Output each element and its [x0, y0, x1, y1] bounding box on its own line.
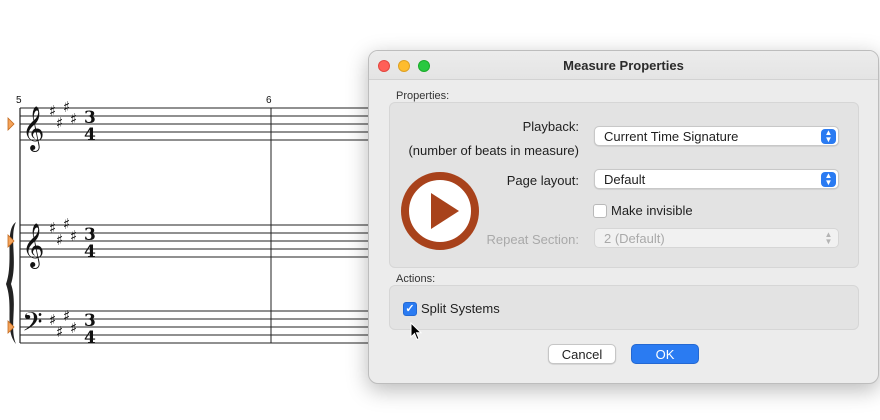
- page-layout-popup[interactable]: Default ▲ ▼: [594, 169, 839, 189]
- split-systems-label[interactable]: Split Systems: [421, 301, 500, 316]
- cancel-button[interactable]: Cancel: [548, 344, 616, 364]
- svg-text:♯: ♯: [70, 319, 77, 337]
- key-signature-staff-1: ♯ ♯ ♯ ♯: [49, 98, 77, 132]
- properties-group-label: Properties:: [396, 90, 450, 102]
- svg-text:♯: ♯: [70, 110, 77, 128]
- make-invisible-checkbox[interactable]: [593, 204, 607, 218]
- svg-text:♯: ♯: [56, 323, 63, 341]
- key-signature-staff-3: ♯ ♯ ♯ ♯: [49, 307, 77, 341]
- time-signature-bottom: 4: [84, 125, 96, 145]
- treble-clef-icon: 𝄞: [22, 106, 44, 152]
- repeat-section-label: Repeat Section:: [486, 232, 579, 247]
- playback-sublabel: (number of beats in measure): [408, 143, 579, 158]
- dialog-titlebar[interactable]: Measure Properties: [369, 51, 878, 80]
- svg-text:♯: ♯: [56, 114, 63, 132]
- repeat-section-value: 2 (Default): [604, 231, 665, 246]
- measure-number-6: 6: [266, 95, 272, 106]
- bass-clef-icon: 𝄢: [22, 306, 43, 344]
- svg-text:♯: ♯: [56, 231, 63, 249]
- actions-group-label: Actions:: [396, 273, 436, 285]
- page-layout-value: Default: [604, 172, 646, 187]
- play-icon[interactable]: [400, 171, 480, 251]
- playback-marker-staff-1[interactable]: [7, 117, 15, 131]
- key-signature-staff-2: ♯ ♯ ♯ ♯: [49, 215, 77, 249]
- updown-chevron-icon: ▲ ▼: [824, 230, 833, 246]
- updown-chevron-icon: ▲ ▼: [821, 129, 836, 144]
- playback-popup[interactable]: Current Time Signature ▲ ▼: [594, 126, 839, 146]
- split-systems-checkbox[interactable]: ✓: [403, 302, 417, 316]
- measure-number-5: 5: [16, 95, 22, 106]
- playback-label: Playback:: [522, 119, 579, 134]
- time-signature-bottom: 4: [84, 328, 96, 348]
- time-signature-bottom: 4: [84, 242, 96, 262]
- ok-button[interactable]: OK: [631, 344, 699, 364]
- mouse-pointer-icon: [410, 322, 423, 341]
- make-invisible-label[interactable]: Make invisible: [611, 203, 693, 218]
- dialog-title: Measure Properties: [563, 58, 684, 73]
- updown-chevron-icon: ▲ ▼: [821, 172, 836, 187]
- treble-clef-icon: 𝄞: [22, 223, 44, 269]
- page-layout-label: Page layout:: [506, 173, 579, 188]
- playback-value: Current Time Signature: [604, 129, 739, 144]
- svg-text:♯: ♯: [70, 227, 77, 245]
- repeat-section-popup[interactable]: 2 (Default) ▲ ▼: [594, 228, 839, 248]
